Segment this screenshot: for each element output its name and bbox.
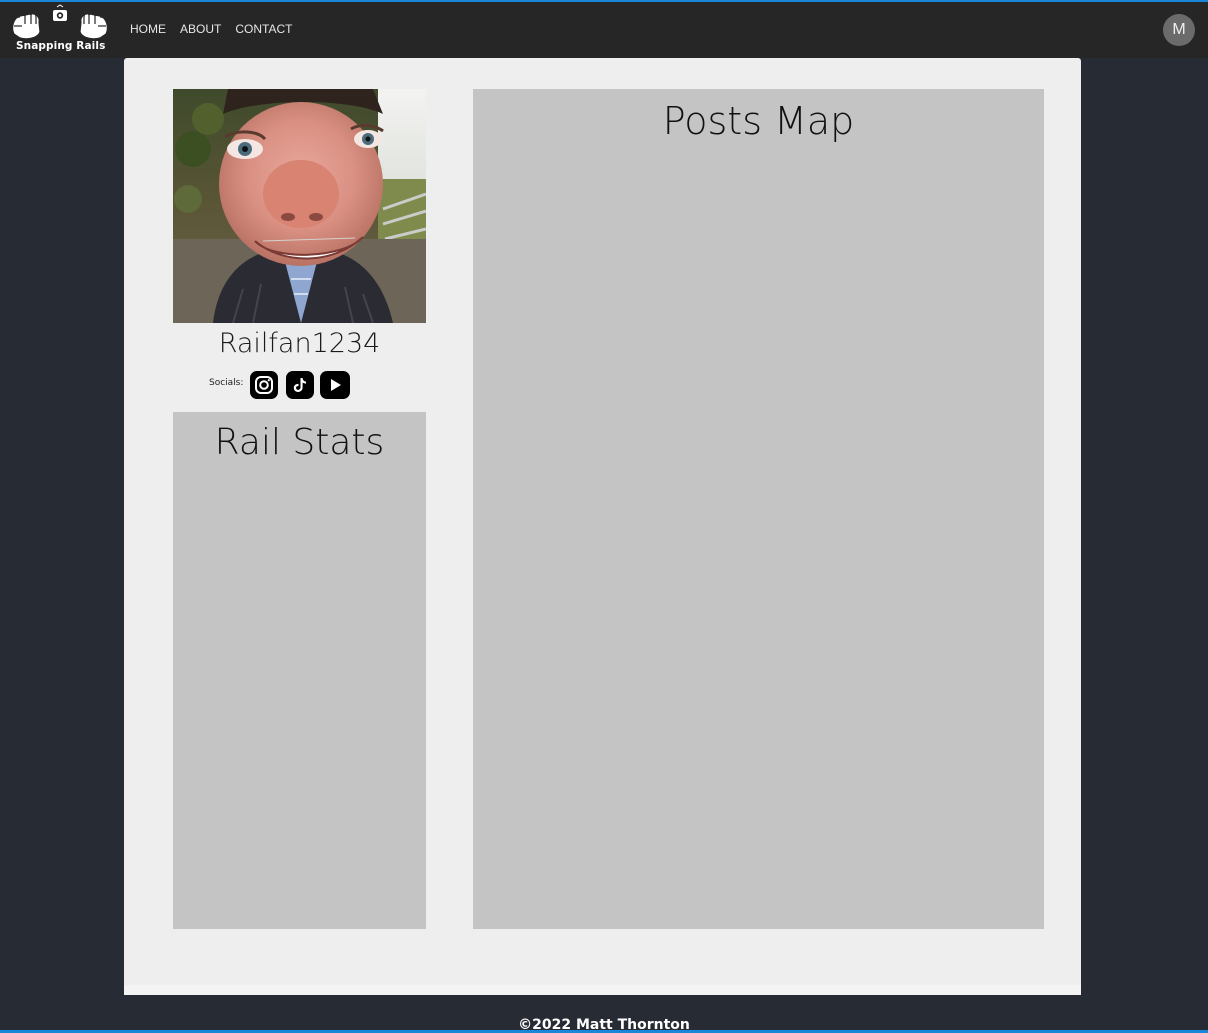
profile-photo — [173, 89, 426, 323]
rail-stats-title: Rail Stats — [214, 422, 385, 463]
nav-about-link[interactable]: ABOUT — [180, 22, 221, 36]
site-logo[interactable]: Snapping Rails — [10, 4, 110, 56]
card-bottom-edge — [124, 985, 1081, 995]
main-nav: HOME ABOUT CONTACT — [130, 22, 292, 36]
nav-home-link[interactable]: HOME — [130, 22, 166, 36]
youtube-icon[interactable] — [320, 371, 350, 399]
logo-text: Snapping Rails — [16, 40, 106, 52]
logo-fists-camera-icon — [12, 4, 108, 40]
socials-label: Socials: — [209, 378, 244, 388]
tiktok-icon[interactable] — [286, 371, 314, 399]
posts-map-panel[interactable]: Posts Map — [473, 89, 1044, 929]
posts-map-title: Posts Map — [662, 99, 855, 143]
rail-stats-panel: Rail Stats — [173, 412, 426, 929]
nav-contact-link[interactable]: CONTACT — [235, 22, 292, 36]
navbar: Snapping Rails HOME ABOUT CONTACT M — [0, 2, 1208, 58]
profile-card: Railfan1234 Socials: Rail Stats Posts Ma… — [124, 58, 1081, 994]
user-avatar-button[interactable]: M — [1163, 14, 1195, 46]
instagram-icon[interactable] — [250, 371, 278, 399]
profile-username: Railfan1234 — [218, 328, 381, 359]
